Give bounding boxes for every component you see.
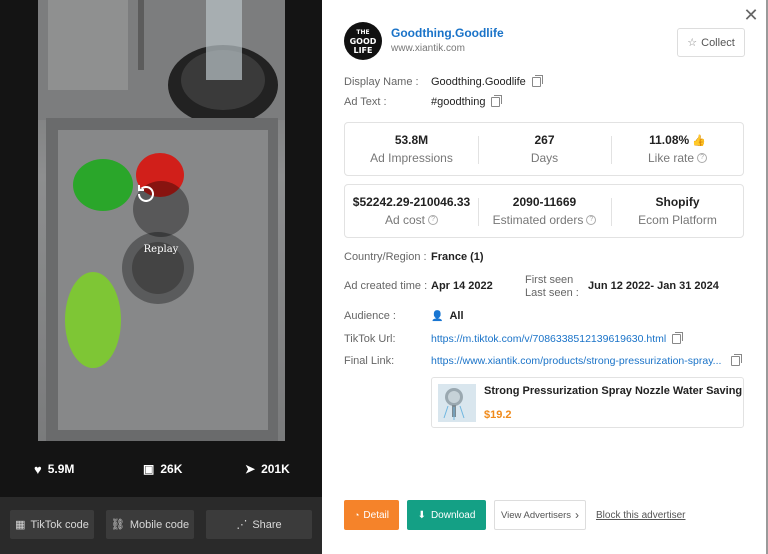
metric-days: 267 Days (530, 133, 559, 165)
ad-video[interactable]: Replay (38, 0, 285, 441)
copy-icon[interactable] (731, 354, 742, 366)
star-icon: ☆ (687, 37, 698, 49)
ad-detail-modal: Replay ♥ 5.9M ▣ 26K ➤ 201K ▦ TikTok code… (0, 0, 768, 554)
block-advertiser-link[interactable]: Block this advertiser (596, 510, 685, 521)
thumbs-up-icon: 👍 (692, 134, 706, 147)
product-price: $19.2 (484, 409, 512, 421)
product-title: Strong Pressurization Spray Nozzle Water… (484, 385, 744, 397)
advertiser-site: www.xiantik.com (391, 43, 465, 54)
copy-icon[interactable] (491, 95, 503, 107)
chart-icon: ◔ (353, 510, 360, 520)
download-icon: ⬇ (417, 509, 426, 521)
country-label: Country/Region : (344, 251, 427, 263)
detail-panel: ✕ THE GOOD LIFE Goodthing.Goodlife www.x… (322, 0, 768, 554)
likes-stat: ♥ 5.9M (34, 455, 74, 483)
display-name-label: Display Name : (344, 76, 419, 88)
spray-nozzle-icon (438, 384, 476, 422)
detail-button[interactable]: ◔ Detail (344, 500, 399, 530)
video-action-bar: ▦ TikTok code ⛓ Mobile code ⋰ Share (0, 497, 322, 554)
created-time-value: Apr 14 2022 (431, 280, 493, 292)
final-link-label: Final Link: (344, 355, 395, 367)
metric-ad-impressions: 53.8M Ad Impressions (370, 133, 453, 165)
help-icon[interactable]: ? (586, 215, 597, 225)
metric-estimated-orders: 2090-11669 Estimated orders ? (478, 185, 611, 237)
audience-label: Audience : (344, 310, 396, 322)
qr-code-icon: ▦ (15, 519, 26, 531)
video-panel: Replay ♥ 5.9M ▣ 26K ➤ 201K ▦ TikTok code… (0, 0, 322, 554)
tiktok-code-button[interactable]: ▦ TikTok code (10, 510, 94, 539)
help-icon[interactable]: ? (697, 153, 708, 163)
replay-label: Replay (143, 244, 179, 255)
metric-ad-cost: $52242.29-210046.33 Ad cost ? (352, 195, 471, 227)
replay-icon (138, 185, 154, 202)
shares-stat: ➤ 201K (245, 455, 290, 483)
country-value: France (1) (431, 251, 484, 263)
comment-icon: ▣ (143, 462, 155, 476)
advertiser-name[interactable]: Goodthing.Goodlife (391, 26, 504, 40)
shares-count: 201K (261, 462, 290, 476)
collect-button[interactable]: ☆ Collect (677, 28, 745, 57)
comments-stat: ▣ 26K (143, 455, 182, 483)
replay-button[interactable] (133, 181, 189, 237)
last-seen-label: Last seen : (525, 287, 579, 299)
product-card[interactable]: Strong Pressurization Spray Nozzle Water… (431, 377, 744, 428)
chevron-right-icon: › (575, 508, 580, 522)
help-icon[interactable]: ? (428, 215, 439, 225)
close-icon[interactable]: ✕ (742, 6, 760, 24)
final-link[interactable]: https://www.xiantik.com/products/strong-… (431, 355, 725, 367)
copy-icon[interactable] (531, 75, 543, 87)
tiktok-url-link[interactable]: https://m.tiktok.com/v/70863385121396196… (431, 333, 666, 345)
comments-count: 26K (160, 462, 183, 476)
copy-icon[interactable] (672, 332, 684, 344)
likes-count: 5.9M (47, 462, 75, 476)
created-time-label: Ad created time : (344, 280, 428, 292)
tiktok-url-label: TikTok Url: (344, 333, 396, 345)
mobile-code-button[interactable]: ⛓ Mobile code (106, 510, 194, 539)
heart-icon: ♥ (34, 461, 42, 477)
first-seen-label: First seen (525, 274, 574, 286)
seen-range-value: Jun 12 2022- Jan 31 2024 (588, 280, 719, 292)
tiktok-url-row: https://m.tiktok.com/v/70863385121396196… (431, 332, 684, 345)
share-arrow-icon: ➤ (245, 462, 256, 476)
metrics-box-secondary: $52242.29-210046.33 Ad cost ? 2090-11669… (344, 184, 744, 238)
download-button[interactable]: ⬇ Download (407, 500, 486, 530)
share-icon: ⋰ (236, 519, 248, 531)
final-link-row: https://www.xiantik.com/products/strong-… (431, 354, 744, 367)
share-button[interactable]: ⋰ Share (206, 510, 312, 539)
ad-text-value: #goodthing (431, 95, 503, 108)
view-advertisers-button[interactable]: View Advertisers › (494, 500, 586, 530)
advertiser-logo: THE GOOD LIFE (344, 22, 382, 60)
ad-text-label: Ad Text : (344, 96, 387, 108)
engagement-stats: ♥ 5.9M ▣ 26K ➤ 201K (0, 455, 322, 483)
display-name-value: Goodthing.Goodlife (431, 75, 543, 88)
audience-value: 👤 All (431, 310, 464, 322)
product-thumbnail (438, 384, 476, 422)
metric-like-rate: 11.08% 👍 Like rate ? (647, 133, 708, 165)
metric-ecom-platform: Shopify Ecom Platform (638, 195, 717, 227)
metrics-box-primary: 53.8M Ad Impressions 267 Days 11.08% 👍 L… (344, 122, 744, 176)
link-icon: ⛓ (110, 519, 125, 531)
person-icon: 👤 (431, 310, 444, 322)
